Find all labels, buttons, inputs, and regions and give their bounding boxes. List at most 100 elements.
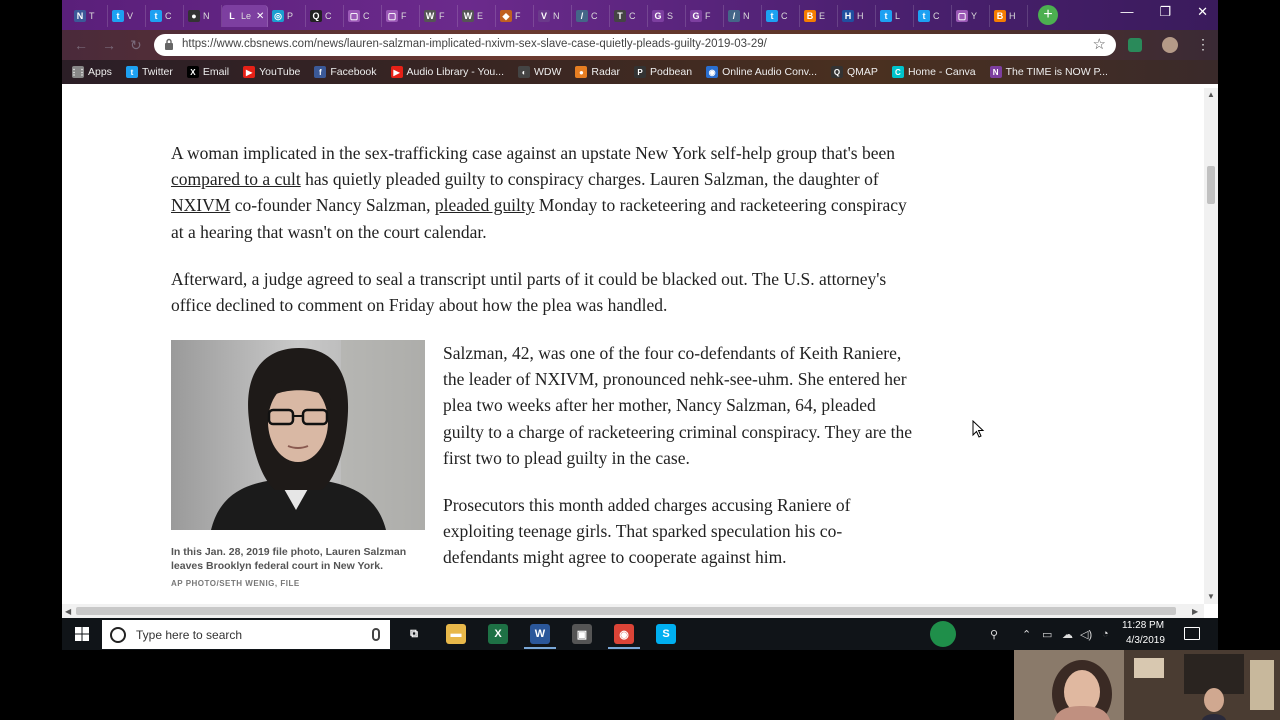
browser-tab[interactable]: tV [108, 5, 146, 27]
clock-date[interactable]: 4/3/2019 [1126, 635, 1165, 646]
link-compared-to-a-cult[interactable]: compared to a cult [171, 169, 301, 189]
network-monitor-icon[interactable] [930, 621, 956, 647]
bookmark-favicon-icon: Q [831, 66, 844, 78]
action-center-icon[interactable] [1184, 627, 1200, 640]
url-text: https://www.cbsnews.com/news/lauren-salz… [182, 38, 767, 50]
bookmark-item[interactable]: ▶ Audio Library - You... [390, 66, 504, 78]
article-body-continued: Salzman, 42, was one of the four co-defe… [443, 340, 913, 592]
browser-tab[interactable]: WE [458, 5, 496, 27]
skype-icon[interactable]: S [656, 624, 676, 644]
browser-tab[interactable]: ▢ C [344, 5, 382, 27]
word-icon[interactable]: W [530, 624, 550, 644]
restore-button[interactable]: ❐ [1159, 4, 1171, 20]
browser-menu-icon[interactable]: ⋮ [1196, 36, 1210, 53]
tab-favicon-icon: ◆ [500, 10, 512, 22]
new-tab-button[interactable]: + [1038, 5, 1058, 25]
browser-tab[interactable]: VN [534, 5, 572, 27]
bookmark-item[interactable]: ● Radar [575, 66, 620, 78]
browser-tab[interactable]: BH [990, 5, 1028, 27]
browser-tab[interactable]: tL [876, 5, 914, 27]
browser-tab[interactable]: L Le ✕ [222, 5, 268, 27]
windows-start-icon[interactable] [75, 627, 89, 641]
text-span: co-founder Nancy Salzman, [230, 195, 435, 216]
excel-icon[interactable]: X [488, 624, 508, 644]
scroll-left-arrow-icon[interactable]: ◀ [65, 607, 71, 616]
browser-tab[interactable]: HH [838, 5, 876, 27]
tab-close-icon[interactable]: ✕ [256, 11, 264, 22]
tab-favicon-icon: / [576, 10, 588, 22]
bookmark-item[interactable]: Q QMAP [831, 66, 878, 78]
article-photo[interactable] [171, 340, 425, 530]
browser-tab[interactable]: WF [420, 5, 458, 27]
tab-favicon-icon: W [462, 10, 474, 22]
vertical-scroll-thumb[interactable] [1207, 166, 1215, 204]
extension-shield-icon[interactable] [1128, 38, 1142, 52]
volume-icon[interactable]: ◁) [1080, 628, 1092, 641]
battery-icon[interactable]: ▭ [1042, 628, 1052, 641]
horizontal-scrollbar[interactable]: ◀ ▶ [62, 604, 1204, 618]
bookmark-item[interactable]: X Email [186, 66, 229, 78]
browser-tab[interactable]: tC [914, 5, 952, 27]
browser-tab[interactable]: TC [610, 5, 648, 27]
photo-credit: AP PHOTO/SETH WENIG, FILE [171, 579, 300, 588]
tab-label: E [819, 11, 826, 21]
browser-tab[interactable]: GF [686, 5, 724, 27]
link-pleaded-guilty[interactable]: pleaded guilty [435, 195, 535, 215]
bookmark-item[interactable]: ◉ Online Audio Conv... [706, 66, 817, 78]
tab-favicon-icon: L [226, 10, 238, 22]
people-icon[interactable]: ⚲ [990, 628, 998, 641]
address-bar[interactable]: https://www.cbsnews.com/news/lauren-salz… [154, 34, 1116, 56]
back-button[interactable]: ← [74, 37, 88, 53]
bookmark-item[interactable]: t Twitter [125, 66, 173, 78]
bookmark-star-icon[interactable]: ☆ [1093, 35, 1106, 53]
bookmark-item[interactable]: ⋮⋮ Apps [70, 66, 112, 78]
bookmark-item[interactable]: ▶ YouTube [243, 66, 300, 78]
tab-label: C [591, 11, 598, 21]
file-explorer-icon[interactable]: ▬ [446, 624, 466, 644]
browser-tab[interactable]: ◆ F [496, 5, 534, 27]
reload-button[interactable]: ↻ [130, 37, 142, 54]
show-hidden-icons-icon[interactable]: ⌃ [1022, 628, 1031, 641]
browser-tab[interactable]: / C [572, 5, 610, 27]
bookmark-item[interactable]: ◐ WDW [518, 66, 561, 78]
browser-tab[interactable]: / N [724, 5, 762, 27]
store-icon[interactable]: ▣ [572, 624, 592, 644]
browser-tab[interactable]: ◎ P [268, 5, 306, 27]
wifi-icon[interactable]: ◔ [1102, 628, 1109, 640]
microphone-icon[interactable] [372, 628, 380, 641]
minimize-button[interactable]: — [1120, 4, 1133, 20]
browser-tab[interactable]: NT [70, 5, 108, 27]
scroll-down-arrow-icon[interactable]: ▼ [1207, 592, 1215, 601]
taskbar-search-box[interactable]: Type here to search [102, 620, 390, 649]
bookmark-item[interactable]: P Podbean [634, 66, 692, 78]
webcam-video [1014, 650, 1280, 720]
browser-tab[interactable]: BE [800, 5, 838, 27]
scroll-right-arrow-icon[interactable]: ▶ [1192, 607, 1198, 616]
tab-favicon-icon: ◎ [272, 10, 284, 22]
bookmark-favicon-icon: f [314, 66, 327, 78]
clock-time[interactable]: 11:28 PM [1122, 620, 1164, 631]
bookmark-item[interactable]: N The TIME is NOW P... [989, 66, 1108, 78]
tab-label: C [781, 11, 788, 21]
profile-avatar[interactable] [1162, 37, 1178, 53]
browser-tab[interactable]: QC [306, 5, 344, 27]
task-view-icon[interactable]: ⧉ [404, 624, 424, 644]
tab-label: H [857, 11, 864, 21]
close-window-button[interactable]: ✕ [1197, 4, 1208, 20]
bookmark-item[interactable]: f Facebook [314, 66, 377, 78]
bookmark-item[interactable]: C Home - Canva [891, 66, 976, 78]
browser-tab[interactable]: ▢ Y [952, 5, 990, 27]
browser-tab[interactable]: tC [146, 5, 184, 27]
bookmark-label: WDW [534, 66, 562, 78]
browser-tab[interactable]: ▢ F [382, 5, 420, 27]
vertical-scrollbar[interactable]: ▲ ▼ [1204, 88, 1218, 604]
onedrive-icon[interactable]: ☁ [1062, 628, 1073, 641]
browser-tab[interactable]: ● N [184, 5, 222, 27]
horizontal-scroll-thumb[interactable] [76, 607, 1176, 615]
scroll-up-arrow-icon[interactable]: ▲ [1207, 90, 1215, 99]
forward-button[interactable]: → [102, 37, 116, 53]
chrome-icon[interactable]: ◉ [614, 624, 634, 644]
link-nxivm[interactable]: NXIVM [171, 195, 230, 215]
browser-tab[interactable]: GS [648, 5, 686, 27]
browser-tab[interactable]: tC [762, 5, 800, 27]
